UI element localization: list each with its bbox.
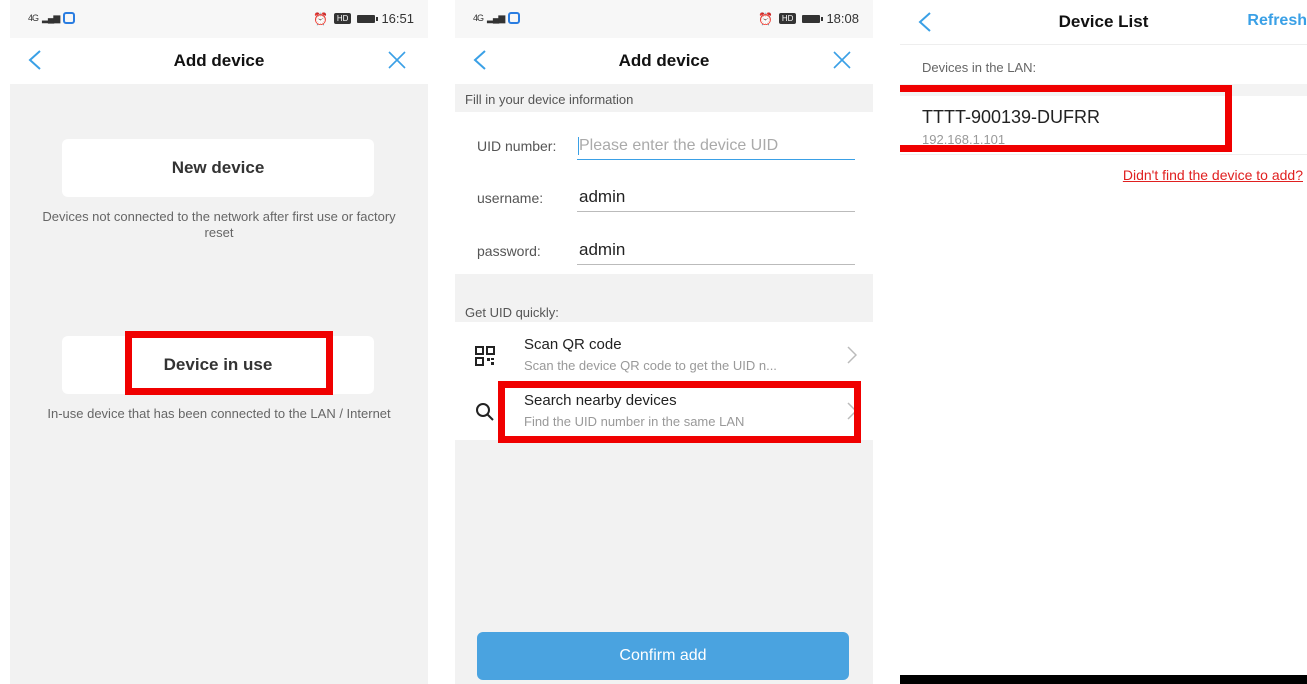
- app-notification-icon: [63, 12, 76, 24]
- alarm-icon: ⏰: [312, 11, 328, 26]
- device-list-screen: Device List Refresh Devices in the LAN: …: [900, 0, 1307, 684]
- bottom-bar: [900, 675, 1307, 684]
- nav-bar: Add device: [10, 38, 428, 84]
- search-nearby-row[interactable]: Search nearby devices Find the UID numbe…: [455, 386, 873, 440]
- device-info-form: UID number: username: password:: [455, 112, 873, 274]
- uid-label: UID number:: [477, 138, 557, 154]
- search-nearby-subtitle: Find the UID number in the same LAN: [524, 414, 745, 429]
- scan-qr-title: Scan QR code: [524, 336, 622, 353]
- search-icon: [476, 403, 494, 421]
- device-in-use-description: In-use device that has been connected to…: [47, 406, 391, 421]
- device-in-use-button[interactable]: Device in use: [62, 336, 374, 394]
- section-label-get-uid: Get UID quickly:: [465, 305, 559, 320]
- device-ip: 192.168.1.101: [922, 132, 1006, 147]
- signal-icon: 4G: [28, 13, 39, 23]
- status-time: 16:51: [381, 11, 414, 26]
- username-input[interactable]: [577, 187, 855, 212]
- password-label: password:: [477, 243, 541, 259]
- uid-field: UID number:: [477, 124, 855, 164]
- uid-input[interactable]: [577, 135, 855, 160]
- confirm-add-button[interactable]: Confirm add: [477, 632, 849, 680]
- hd-badge: HD: [778, 13, 797, 24]
- scan-qr-row[interactable]: Scan QR code Scan the device QR code to …: [455, 330, 873, 384]
- username-field: username:: [477, 176, 855, 216]
- new-device-button[interactable]: New device: [62, 139, 374, 197]
- nav-bar: Device List Refresh: [900, 0, 1307, 45]
- new-device-description: Devices not connected to the network aft…: [42, 209, 396, 240]
- username-label: username:: [477, 190, 544, 206]
- scan-qr-subtitle: Scan the device QR code to get the UID n…: [524, 358, 777, 373]
- text-caret: [578, 137, 579, 155]
- status-time: 18:08: [826, 11, 859, 26]
- page-title: Add device: [173, 51, 265, 70]
- battery-icon: [802, 14, 824, 23]
- alarm-icon: ⏰: [757, 11, 773, 26]
- qr-code-icon: [475, 346, 495, 366]
- signal-icon: 4G: [473, 13, 484, 23]
- refresh-button[interactable]: Refresh: [1247, 12, 1307, 30]
- device-list-item[interactable]: TTTT-900139-DUFRR 192.168.1.101: [900, 96, 1307, 155]
- status-bar: 4G ▂▄▆ ⏰ HD 18:08: [455, 0, 873, 38]
- chevron-right-icon: [847, 402, 857, 420]
- hd-badge: HD: [333, 13, 352, 24]
- search-nearby-title: Search nearby devices: [524, 392, 677, 409]
- password-input[interactable]: [577, 240, 855, 265]
- signal-bars-icon: ▂▄▆: [487, 12, 505, 23]
- section-label-device-info: Fill in your device information: [465, 92, 634, 107]
- signal-bars-icon: ▂▄▆: [42, 12, 60, 23]
- close-x-icon[interactable]: [831, 49, 853, 71]
- device-name: TTTT-900139-DUFRR: [922, 107, 1101, 127]
- page-title: Device List: [1058, 12, 1149, 31]
- app-notification-icon: [508, 12, 521, 24]
- divider-strip: [900, 84, 1307, 96]
- uid-methods-list: Scan QR code Scan the device QR code to …: [455, 322, 873, 440]
- status-bar: 4G ▂▄▆ ⏰ HD 16:51: [10, 0, 428, 38]
- device-not-found-link[interactable]: Didn't find the device to add?: [1123, 167, 1303, 183]
- add-device-screen-1: 4G ▂▄▆ ⏰ HD 16:51 Add device New device …: [10, 0, 428, 684]
- page-title: Add device: [618, 51, 710, 70]
- close-x-icon[interactable]: [386, 49, 408, 71]
- password-field: password:: [477, 229, 855, 269]
- add-device-screen-2: 4G ▂▄▆ ⏰ HD 18:08 Add device Fill in you…: [455, 0, 873, 684]
- battery-icon: [357, 14, 379, 23]
- nav-bar: Add device: [455, 38, 873, 84]
- chevron-right-icon: [847, 346, 857, 364]
